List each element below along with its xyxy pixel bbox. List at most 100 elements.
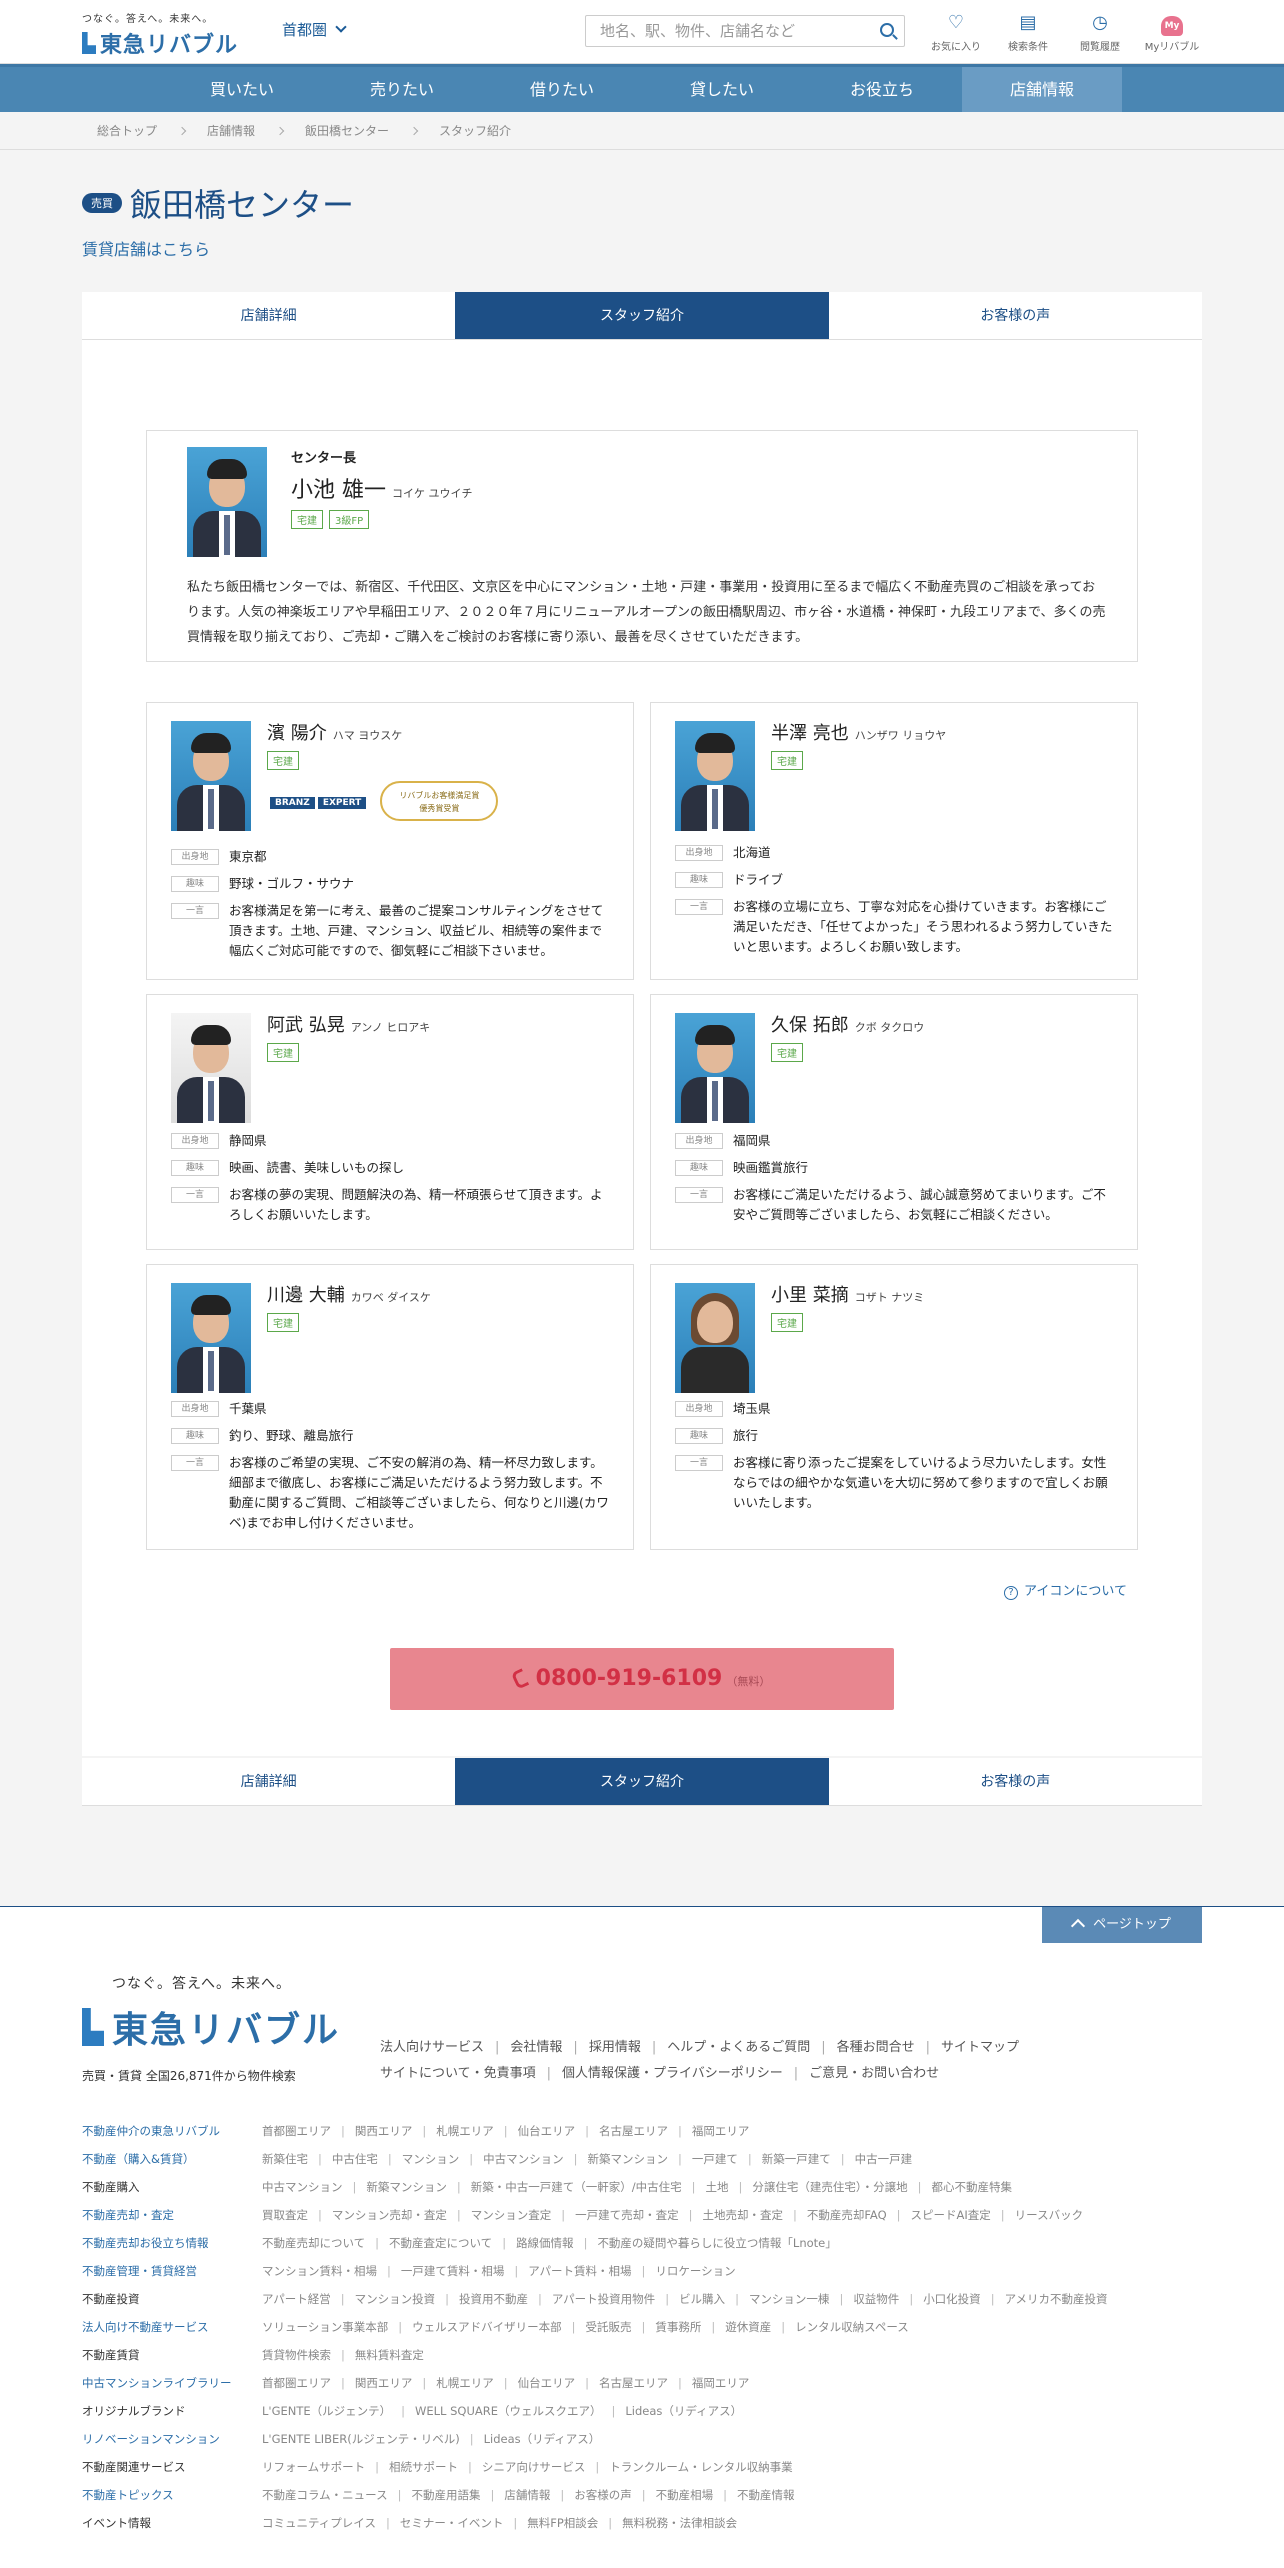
gnav-sell[interactable]: 売りたい bbox=[322, 67, 482, 112]
sitemap-link[interactable]: 土地 bbox=[706, 2180, 729, 2194]
breadcrumb-top[interactable]: 総合トップ bbox=[97, 122, 157, 139]
history-link[interactable]: ◷ 閲覧履歴 bbox=[1064, 12, 1136, 53]
saved-search-link[interactable]: ▤ 検索条件 bbox=[992, 12, 1064, 53]
sitemap-heading[interactable]: イベント情報 bbox=[82, 2509, 262, 2537]
sitemap-link[interactable]: マンション売却・査定 bbox=[332, 2208, 447, 2222]
sitemap-link[interactable]: マンション一棟 bbox=[749, 2292, 830, 2306]
footer-link[interactable]: 採用情報 bbox=[589, 2040, 641, 2055]
sitemap-link[interactable]: マンション投資 bbox=[355, 2292, 436, 2306]
breadcrumb-center[interactable]: 飯田橋センター bbox=[305, 122, 389, 139]
sitemap-link[interactable]: ウェルスアドバイザリー本部 bbox=[412, 2320, 562, 2334]
sitemap-link[interactable]: シニア向けサービス bbox=[482, 2460, 586, 2474]
sitemap-link[interactable]: 新築マンション bbox=[588, 2152, 669, 2166]
sitemap-link[interactable]: 仙台エリア bbox=[518, 2376, 576, 2390]
site-logo[interactable]: つなぐ。答えへ。未来へ。 東急リバブル bbox=[82, 10, 238, 59]
footer-link[interactable]: サイトマップ bbox=[941, 2040, 1019, 2055]
sitemap-link[interactable]: WELL SQUARE（ウェルスクエア） bbox=[415, 2404, 602, 2418]
gnav-useful[interactable]: お役立ち bbox=[802, 67, 962, 112]
sitemap-link[interactable]: お客様の声 bbox=[574, 2488, 632, 2502]
sitemap-link[interactable]: 不動産用語集 bbox=[411, 2488, 480, 2502]
rent-store-link[interactable]: 賃貸店舗はこちら bbox=[82, 236, 210, 260]
gnav-rent[interactable]: 借りたい bbox=[482, 67, 642, 112]
sitemap-link[interactable]: 店舗情報 bbox=[504, 2488, 550, 2502]
sitemap-link[interactable]: 新築一戸建て bbox=[762, 2152, 831, 2166]
sitemap-link[interactable]: 不動産コラム・ニュース bbox=[262, 2488, 388, 2502]
sitemap-link[interactable]: 一戸建て賃料・相場 bbox=[401, 2264, 505, 2278]
sitemap-link[interactable]: 無料FP相談会 bbox=[527, 2516, 598, 2530]
sitemap-link[interactable]: 不動産売却FAQ bbox=[807, 2208, 887, 2222]
sitemap-link[interactable]: トランクルーム・レンタル収納事業 bbox=[609, 2460, 792, 2474]
footer-link[interactable]: 法人向けサービス bbox=[380, 2040, 484, 2055]
tab-voice[interactable]: お客様の声 bbox=[829, 292, 1202, 339]
sitemap-link[interactable]: 中古住宅 bbox=[332, 2152, 378, 2166]
footer-link[interactable]: サイトについて・免責事項 bbox=[380, 2066, 536, 2081]
tab-staff[interactable]: スタッフ紹介 bbox=[455, 1758, 829, 1805]
sitemap-link[interactable]: アパート賃料・相場 bbox=[528, 2264, 631, 2278]
sitemap-link[interactable]: 首都圏エリア bbox=[262, 2124, 331, 2138]
sitemap-heading[interactable]: リノベーションマンション bbox=[82, 2425, 262, 2453]
area-selector[interactable]: 首都圏 bbox=[282, 19, 347, 40]
sitemap-link[interactable]: 一戸建て売却・査定 bbox=[575, 2208, 679, 2222]
sitemap-heading[interactable]: 不動産売却お役立ち情報 bbox=[82, 2229, 262, 2257]
sitemap-link[interactable]: 新築住宅 bbox=[262, 2152, 308, 2166]
my-livable-link[interactable]: My Myリバブル bbox=[1136, 12, 1208, 53]
sitemap-link[interactable]: 買取査定 bbox=[262, 2208, 308, 2222]
sitemap-link[interactable]: Lideas（リディアス） bbox=[625, 2404, 742, 2418]
page-top-button[interactable]: ページトップ bbox=[1042, 1907, 1202, 1943]
tab-voice[interactable]: お客様の声 bbox=[829, 1758, 1202, 1805]
sitemap-link[interactable]: リフォームサポート bbox=[262, 2460, 365, 2474]
sitemap-link[interactable]: 都心不動産特集 bbox=[932, 2180, 1013, 2194]
sitemap-link[interactable]: 関西エリア bbox=[355, 2376, 413, 2390]
sitemap-heading[interactable]: 不動産購入 bbox=[82, 2173, 262, 2201]
sitemap-link[interactable]: 投資用不動産 bbox=[459, 2292, 528, 2306]
sitemap-link[interactable]: 無料税務・法律相談会 bbox=[622, 2516, 737, 2530]
footer-link[interactable]: ご意見・お問い合わせ bbox=[809, 2066, 939, 2081]
gnav-buy[interactable]: 買いたい bbox=[162, 67, 322, 112]
sitemap-link[interactable]: 無料賃料査定 bbox=[355, 2348, 424, 2362]
sitemap-heading[interactable]: 不動産売却・査定 bbox=[82, 2201, 262, 2229]
sitemap-link[interactable]: 首都圏エリア bbox=[262, 2376, 331, 2390]
footer-logo[interactable]: つなぐ。答えへ。未来へ。 東急リバブル 売買・賃貸 全国26,871件から物件検… bbox=[82, 1973, 340, 2084]
footer-link[interactable]: 会社情報 bbox=[510, 2040, 562, 2055]
sitemap-link[interactable]: 土地売却・査定 bbox=[703, 2208, 784, 2222]
sitemap-heading[interactable]: オリジナルブランド bbox=[82, 2397, 262, 2425]
sitemap-link[interactable]: L'GENTE（ルジェンテ） bbox=[262, 2404, 391, 2418]
tab-store-detail[interactable]: 店舗詳細 bbox=[82, 292, 455, 339]
sitemap-link[interactable]: レンタル収納スペース bbox=[795, 2320, 909, 2334]
sitemap-link[interactable]: マンション bbox=[402, 2152, 460, 2166]
gnav-stores[interactable]: 店舗情報 bbox=[962, 67, 1122, 112]
sitemap-link[interactable]: 受託販売 bbox=[586, 2320, 632, 2334]
sitemap-heading[interactable]: 不動産トピックス bbox=[82, 2481, 262, 2509]
sitemap-heading[interactable]: 不動産投資 bbox=[82, 2285, 262, 2313]
sitemap-link[interactable]: 不動産売却について bbox=[262, 2236, 365, 2250]
sitemap-heading[interactable]: 法人向け不動産サービス bbox=[82, 2313, 262, 2341]
tab-staff[interactable]: スタッフ紹介 bbox=[455, 292, 829, 339]
sitemap-link[interactable]: 相続サポート bbox=[389, 2460, 458, 2474]
sitemap-link[interactable]: コミュニティプレイス bbox=[262, 2516, 376, 2530]
favorites-link[interactable]: ♡ お気に入り bbox=[920, 12, 992, 53]
sitemap-link[interactable]: マンション査定 bbox=[471, 2208, 552, 2222]
sitemap-link[interactable]: アパート経営 bbox=[262, 2292, 331, 2306]
sitemap-heading[interactable]: 不動産賃貸 bbox=[82, 2341, 262, 2369]
sitemap-link[interactable]: 小口化投資 bbox=[923, 2292, 981, 2306]
sitemap-link[interactable]: マンション賃料・相場 bbox=[262, 2264, 377, 2278]
sitemap-heading[interactable]: 不動産関連サービス bbox=[82, 2453, 262, 2481]
sitemap-link[interactable]: ソリューション事業本部 bbox=[262, 2320, 388, 2334]
sitemap-link[interactable]: 賃貸物件検索 bbox=[262, 2348, 331, 2362]
sitemap-link[interactable]: 仙台エリア bbox=[518, 2124, 576, 2138]
sitemap-link[interactable]: 名古屋エリア bbox=[599, 2124, 668, 2138]
sitemap-link[interactable]: リロケーション bbox=[655, 2264, 735, 2278]
sitemap-heading[interactable]: 中古マンションライブラリー bbox=[82, 2369, 262, 2397]
footer-link[interactable]: ヘルプ・よくあるご質問 bbox=[667, 2040, 810, 2055]
sitemap-link[interactable]: リースバック bbox=[1015, 2208, 1083, 2222]
sitemap-link[interactable]: 福岡エリア bbox=[692, 2124, 750, 2138]
sitemap-link[interactable]: ビル購入 bbox=[679, 2292, 725, 2306]
sitemap-link[interactable]: 中古マンション bbox=[262, 2180, 343, 2194]
sitemap-link[interactable]: 中古一戸建 bbox=[855, 2152, 913, 2166]
footer-link[interactable]: 個人情報保護・プライバシーポリシー bbox=[562, 2066, 783, 2081]
sitemap-link[interactable]: 不動産の疑問や暮らしに役立つ情報「Lnote」 bbox=[597, 2236, 836, 2250]
search-icon[interactable] bbox=[880, 23, 894, 37]
gnav-lease[interactable]: 貸したい bbox=[642, 67, 802, 112]
sitemap-heading[interactable]: 不動産管理・賃貸経営 bbox=[82, 2257, 262, 2285]
sitemap-link[interactable]: アパート投資用物件 bbox=[552, 2292, 655, 2306]
